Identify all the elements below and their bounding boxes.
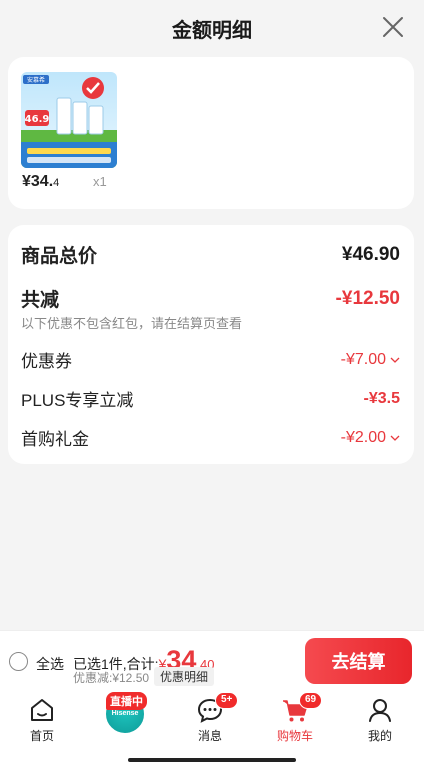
reduce-label: 共减 xyxy=(21,290,60,311)
tab-home-label: 首页 xyxy=(29,729,54,743)
home-indicator xyxy=(128,758,296,762)
row-plus: PLUS专享立减 -¥3.5 xyxy=(21,386,400,411)
row-first-purchase[interactable]: 首购礼金 -¥2.00 xyxy=(21,425,400,450)
chevron-down-icon[interactable] xyxy=(390,434,400,442)
message-badge: 5+ xyxy=(215,692,239,709)
close-icon[interactable] xyxy=(380,14,406,40)
tab-cart[interactable]: 69 购物车 xyxy=(253,690,337,750)
select-all-radio[interactable] xyxy=(9,652,28,671)
home-icon xyxy=(31,699,53,721)
first-purchase-label: 首购礼金 xyxy=(21,430,89,449)
cart-badge: 69 xyxy=(299,692,323,709)
product-image[interactable]: 安慕希 46.9 xyxy=(21,72,117,168)
discount-amount: 优惠减:¥12.50 xyxy=(73,671,150,685)
profile-icon xyxy=(369,699,391,722)
product-card: 安慕希 46.9 ¥34.4 x1 xyxy=(8,57,414,209)
checkout-button[interactable]: 去结算 xyxy=(305,638,412,684)
live-badge: 直播中 xyxy=(106,692,147,710)
live-logo-text: Hisense xyxy=(111,710,139,717)
page-title: 金额明细 xyxy=(172,20,252,42)
row-total: 商品总价 ¥46.90 xyxy=(21,241,400,268)
select-all-label[interactable]: 全选 xyxy=(36,654,64,674)
first-purchase-value: -¥2.00 xyxy=(341,429,400,447)
tab-messages-label: 消息 xyxy=(197,729,222,743)
tab-messages[interactable]: 5+ 消息 xyxy=(168,690,252,750)
product-price: ¥34.4 xyxy=(22,173,60,190)
tab-profile-label: 我的 xyxy=(367,729,392,743)
row-reduce: 共减 -¥12.50 xyxy=(21,285,400,312)
image-price-text: 46.9 xyxy=(25,114,50,125)
reduce-note: 以下优惠不包含红包，请在结算页查看 xyxy=(21,316,243,331)
reduce-value: -¥12.50 xyxy=(335,287,400,309)
tab-home[interactable]: 首页 xyxy=(0,690,84,750)
tab-cart-label: 购物车 xyxy=(276,729,313,743)
tab-profile[interactable]: 我的 xyxy=(338,690,422,750)
row-coupon[interactable]: 优惠券 -¥7.00 xyxy=(21,347,400,372)
total-value: ¥46.90 xyxy=(341,243,400,265)
chevron-down-icon[interactable] xyxy=(390,356,400,364)
plus-label: PLUS专享立减 xyxy=(21,391,134,410)
header: 金额明细 xyxy=(0,0,424,56)
checkout-bar: 全选 已选1件,合计:¥34.40 优惠减:¥12.50 优惠明细 去结算 xyxy=(0,630,424,690)
image-badge-text: 安慕希 xyxy=(27,76,45,84)
tab-live[interactable]: Hisense 直播中 xyxy=(83,690,167,750)
bottom-tabbar: 首页 Hisense 直播中 5+ 消息 69 购物车 我的 xyxy=(0,690,424,766)
total-label: 商品总价 xyxy=(21,246,98,267)
coupon-value: -¥7.00 xyxy=(341,351,400,369)
plus-value: -¥3.5 xyxy=(363,389,400,407)
coupon-label: 优惠券 xyxy=(21,352,72,371)
discount-detail-link[interactable]: 优惠明细 xyxy=(154,667,215,686)
product-quantity: x1 xyxy=(93,174,107,189)
amount-detail-card: 商品总价 ¥46.90 共减 -¥12.50 以下优惠不包含红包，请在结算页查看… xyxy=(8,225,414,464)
